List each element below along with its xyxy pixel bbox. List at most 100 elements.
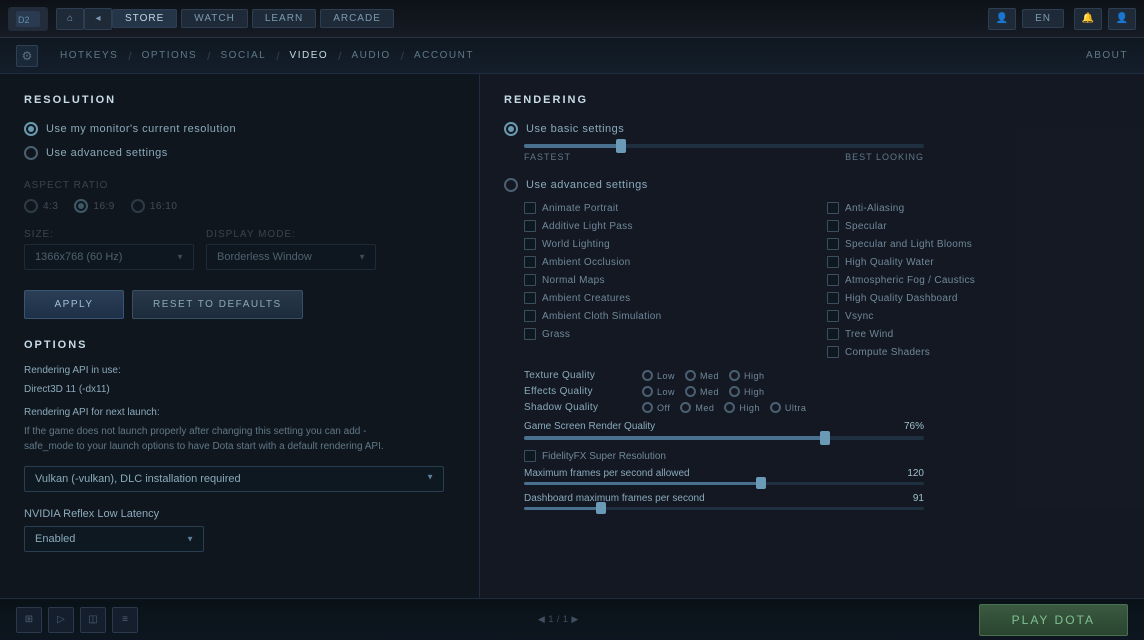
cb-animate-portrait[interactable]: Animate Portrait: [524, 202, 817, 214]
cb-high-quality-dashboard[interactable]: High Quality Dashboard: [827, 292, 1120, 304]
dashboard-frames-slider[interactable]: [524, 507, 924, 510]
options-title: OPTIONS: [24, 339, 455, 351]
nav-home-btn[interactable]: ⌂: [56, 8, 84, 30]
shadow-high[interactable]: High: [724, 402, 760, 413]
bottom-icon-3[interactable]: ◫: [80, 607, 106, 633]
cb-world-lighting-box: [524, 238, 536, 250]
nav-options[interactable]: OPTIONS: [132, 50, 208, 61]
dashboard-frames-label: Dashboard maximum frames per second: [524, 493, 705, 504]
nav-video[interactable]: VIDEO: [280, 50, 339, 61]
quality-slider-handle[interactable]: [616, 139, 626, 153]
texture-low[interactable]: Low: [642, 370, 675, 381]
store-btn[interactable]: STORE: [112, 9, 177, 28]
texture-low-circle: [642, 370, 653, 381]
max-frames-slider[interactable]: [524, 482, 924, 485]
settings-gear-icon: ⚙: [16, 45, 38, 67]
radio-advanced-settings[interactable]: Use advanced settings: [504, 178, 1120, 192]
cb-high-quality-water[interactable]: High Quality Water: [827, 256, 1120, 268]
radio-advanced-resolution[interactable]: Use advanced settings: [24, 146, 455, 160]
size-display-row: Size: 1366x768 (60 Hz) Display Mode: Bor…: [24, 229, 455, 270]
learn-btn[interactable]: LEARN: [252, 9, 316, 28]
nvidia-label: NVIDIA Reflex Low Latency: [24, 508, 455, 520]
cb-world-lighting[interactable]: World Lighting: [524, 238, 817, 250]
reset-button[interactable]: RESET TO DEFAULTS: [132, 290, 303, 319]
texture-high[interactable]: High: [729, 370, 765, 381]
nav-hotkeys[interactable]: HOTKEYS: [50, 50, 128, 61]
nav-social[interactable]: SOCIAL: [211, 50, 277, 61]
radio-monitor-resolution[interactable]: Use my monitor's current resolution: [24, 122, 455, 136]
cb-vsync[interactable]: Vsync: [827, 310, 1120, 322]
texture-high-label: High: [744, 371, 765, 381]
cb-grass[interactable]: Grass: [524, 328, 817, 340]
bottom-bar: ⊞ ▷ ◫ ≡ ◀ 1 / 1 ▶ PLAY DOTA: [0, 598, 1144, 640]
watch-btn[interactable]: WATCH: [181, 9, 248, 28]
cb-ambient-cloth[interactable]: Ambient Cloth Simulation: [524, 310, 817, 322]
notifications-icon[interactable]: 🔔: [1074, 8, 1102, 30]
nav-account[interactable]: ACCOUNT: [404, 50, 484, 61]
cb-normal-maps[interactable]: Normal Maps: [524, 274, 817, 286]
quality-slider-track[interactable]: [524, 144, 924, 148]
aspect-ratio-group: 4:3 16:9 16:10: [24, 199, 455, 213]
cb-ambient-occlusion-label: Ambient Occlusion: [542, 257, 630, 268]
gsq-slider[interactable]: [524, 436, 924, 440]
cb-grass-label: Grass: [542, 329, 570, 340]
gsq-handle[interactable]: [820, 431, 830, 445]
bottom-icon-1[interactable]: ⊞: [16, 607, 42, 633]
max-frames-handle[interactable]: [756, 477, 766, 489]
shadow-off[interactable]: Off: [642, 402, 670, 413]
texture-med[interactable]: Med: [685, 370, 719, 381]
slider-label-fastest: Fastest: [524, 152, 571, 162]
dashboard-frames-handle[interactable]: [596, 502, 606, 514]
nav-back-btn[interactable]: ◂: [84, 8, 112, 30]
cb-normal-maps-label: Normal Maps: [542, 275, 605, 286]
bottom-icon-2[interactable]: ▷: [48, 607, 74, 633]
cb-anti-aliasing[interactable]: Anti-Aliasing: [827, 202, 1120, 214]
arcade-btn[interactable]: ARCADE: [320, 9, 394, 28]
resolution-radio-group: Use my monitor's current resolution Use …: [24, 122, 455, 160]
cb-ambient-creatures-label: Ambient Creatures: [542, 293, 630, 304]
max-frames-label: Maximum frames per second allowed: [524, 468, 690, 479]
cb-compute-shaders-box: [827, 346, 839, 358]
shadow-ultra-label: Ultra: [785, 403, 807, 413]
effects-med[interactable]: Med: [685, 386, 719, 397]
effects-med-label: Med: [700, 387, 719, 397]
rendering-basic-section: Use basic settings Fastest Best Looking: [504, 122, 1120, 162]
play-dota-button[interactable]: PLAY DOTA: [979, 604, 1128, 636]
nav-audio[interactable]: AUDIO: [342, 50, 401, 61]
cb-specular-label: Specular: [845, 221, 887, 232]
cb-tree-wind[interactable]: Tree Wind: [827, 328, 1120, 340]
nvidia-select[interactable]: Enabled: [24, 526, 204, 552]
effects-high-label: High: [744, 387, 765, 397]
dashboard-frames-fill: [524, 507, 604, 510]
aspect-16-10[interactable]: 16:10: [131, 199, 178, 213]
cb-specular[interactable]: Specular: [827, 220, 1120, 232]
shadow-ultra[interactable]: Ultra: [770, 402, 807, 413]
shadow-med[interactable]: Med: [680, 402, 714, 413]
effects-quality-group: Low Med High: [642, 386, 765, 397]
friends-icon[interactable]: 👤: [988, 8, 1016, 30]
display-mode-select[interactable]: Borderless Window: [206, 244, 376, 270]
slider-label-best: Best Looking: [845, 152, 924, 162]
display-mode-select-wrapper: Borderless Window: [206, 244, 376, 270]
cb-atmospheric-fog[interactable]: Atmospheric Fog / Caustics: [827, 274, 1120, 286]
apply-button[interactable]: APPLY: [24, 290, 124, 319]
aspect-16-9[interactable]: 16:9: [74, 199, 114, 213]
effects-low[interactable]: Low: [642, 386, 675, 397]
cb-ambient-cloth-label: Ambient Cloth Simulation: [542, 311, 661, 322]
lang-btn[interactable]: EN: [1022, 9, 1064, 28]
nav-about[interactable]: ABOUT: [1086, 50, 1128, 61]
aspect-4-3[interactable]: 4:3: [24, 199, 58, 213]
cb-ambient-occlusion[interactable]: Ambient Occlusion: [524, 256, 817, 268]
vulkan-select[interactable]: Vulkan (-vulkan), DLC installation requi…: [24, 466, 444, 492]
size-select[interactable]: 1366x768 (60 Hz): [24, 244, 194, 270]
profile-avatar[interactable]: 👤: [1108, 8, 1136, 30]
bottom-icon-4[interactable]: ≡: [112, 607, 138, 633]
cb-specular-light-blooms[interactable]: Specular and Light Blooms: [827, 238, 1120, 250]
fidelity-item[interactable]: FidelityFX Super Resolution: [524, 450, 1120, 462]
cb-ambient-creatures[interactable]: Ambient Creatures: [524, 292, 817, 304]
cb-world-lighting-label: World Lighting: [542, 239, 610, 250]
effects-high[interactable]: High: [729, 386, 765, 397]
radio-basic-settings[interactable]: Use basic settings: [504, 122, 1120, 136]
cb-compute-shaders[interactable]: Compute Shaders: [827, 346, 1120, 358]
cb-additive-light[interactable]: Additive Light Pass: [524, 220, 817, 232]
